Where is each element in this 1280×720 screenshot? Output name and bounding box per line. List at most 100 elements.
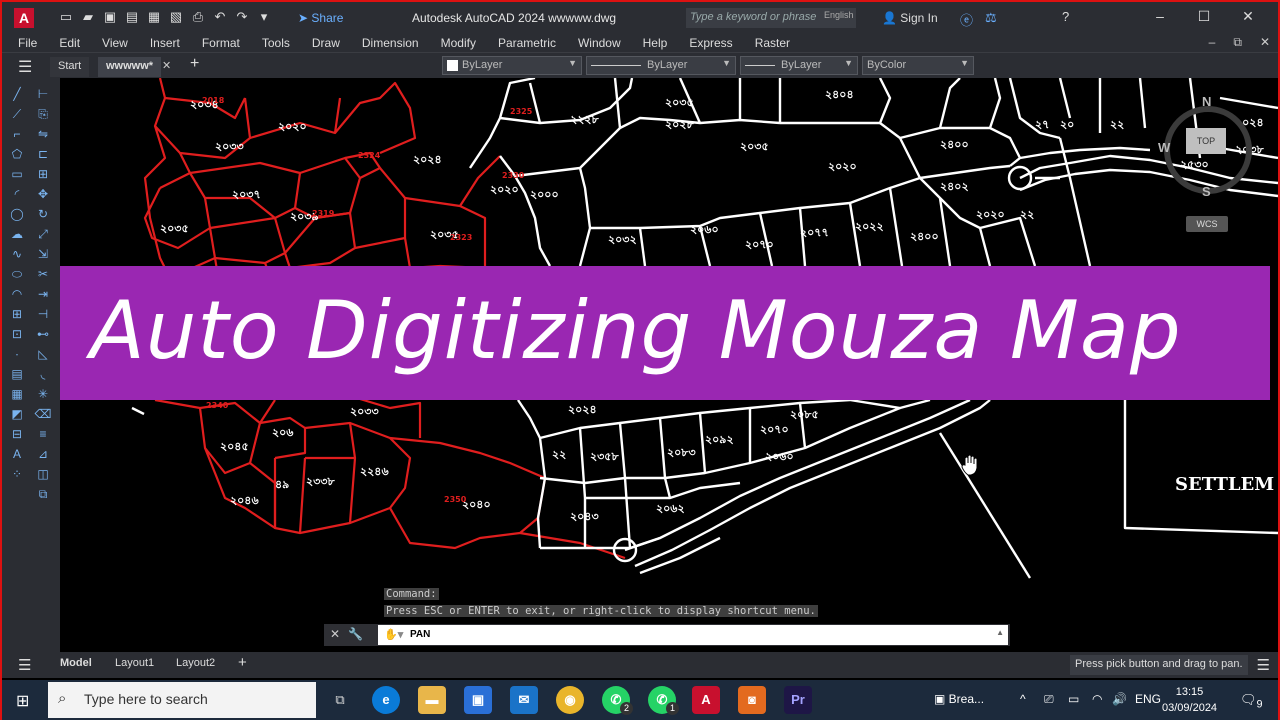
insert-block-icon[interactable]: ⊞ [8, 306, 26, 322]
close-icon[interactable]: ✕ [1226, 8, 1270, 25]
stretch-icon[interactable]: ⇲ [34, 246, 52, 262]
layout-menu-icon[interactable]: ☰ [18, 656, 31, 674]
menu-insert[interactable]: Insert [150, 34, 180, 52]
premiere-pro-icon[interactable]: Pr [784, 686, 812, 714]
hatch-icon[interactable]: ▤ [8, 366, 26, 382]
sign-in-button[interactable]: 👤 Sign In [882, 11, 938, 25]
menu-modify[interactable]: Modify [441, 34, 476, 52]
menu-view[interactable]: View [102, 34, 128, 52]
erase-icon[interactable]: ⌫ [34, 406, 52, 422]
tab-close-icon[interactable]: ✕ [162, 59, 171, 72]
tab-layout2[interactable]: Layout2 [176, 657, 215, 669]
news-widget[interactable]: ▣ Brea... [934, 692, 984, 706]
circle-icon[interactable]: ◯ [8, 206, 26, 222]
minimize-icon[interactable]: – [1138, 8, 1182, 25]
add-layout-icon[interactable]: + [238, 654, 247, 671]
arc-icon[interactable]: ◜ [8, 186, 26, 202]
construction-line-icon[interactable]: ⟋ [8, 106, 26, 122]
mirror-icon[interactable]: ⇋ [34, 126, 52, 142]
menu-format[interactable]: Format [202, 34, 240, 52]
undo-icon[interactable]: ↶ [212, 9, 228, 25]
layer-icon[interactable]: ⧉ [34, 486, 52, 502]
qat-dropdown-icon[interactable]: ▾ [256, 9, 272, 25]
properties-icon[interactable]: ≡ [34, 426, 52, 442]
save-icon[interactable]: ▣ [102, 9, 118, 25]
compass-west[interactable]: W [1158, 140, 1170, 155]
array-icon[interactable]: ⊞ [34, 166, 52, 182]
chamfer-icon[interactable]: ◺ [34, 346, 52, 362]
stay-connected-icon[interactable]: ⚖ [985, 10, 997, 29]
make-block-icon[interactable]: ⊡ [8, 326, 26, 342]
battery-icon[interactable]: ▭ [1068, 692, 1079, 706]
plotstyle-dropdown[interactable]: ByColor ▼ [862, 56, 974, 75]
redo-icon[interactable]: ↷ [234, 9, 250, 25]
menu-draw[interactable]: Draw [312, 34, 340, 52]
gradient-icon[interactable]: ▦ [8, 386, 26, 402]
fillet-icon[interactable]: ◟ [34, 366, 52, 382]
mail-icon[interactable]: ✉ [510, 686, 538, 714]
lineweight-dropdown[interactable]: ByLayer ▼ [740, 56, 858, 75]
recorder-app-icon[interactable]: ◙ [738, 686, 766, 714]
menu-tools[interactable]: Tools [262, 34, 290, 52]
menu-express[interactable]: Express [689, 34, 732, 52]
extend-icon[interactable]: ⇥ [34, 286, 52, 302]
tab-drawing[interactable]: wwwww* [98, 57, 162, 77]
trim-icon[interactable]: ✂ [34, 266, 52, 282]
scale-icon[interactable]: ⤢ [34, 226, 52, 242]
rectangle-icon[interactable]: ▭ [8, 166, 26, 182]
menu-edit[interactable]: Edit [59, 34, 80, 52]
autocad-logo-button[interactable]: A [14, 8, 34, 28]
polyline-icon[interactable]: ⌐ [8, 126, 26, 142]
volume-icon[interactable]: 🔊 [1112, 692, 1127, 706]
ellipse-arc-icon[interactable]: ◠ [8, 286, 26, 302]
autodesk-app-store-icon[interactable]: ⓔ [960, 10, 973, 29]
help-icon[interactable]: ? [1062, 9, 1069, 24]
microsoft-store-icon[interactable]: ▣ [464, 686, 492, 714]
ellipse-icon[interactable]: ⬭ [8, 266, 26, 282]
wifi-icon[interactable]: ◠ [1092, 692, 1102, 706]
task-view-icon[interactable]: ⧉ [326, 686, 354, 714]
plot-icon[interactable]: ⎙ [190, 9, 206, 25]
linetype-dropdown[interactable]: ByLayer ▼ [586, 56, 736, 75]
compass-north[interactable]: N [1202, 94, 1211, 109]
chrome-icon[interactable]: ◉ [556, 686, 584, 714]
meet-now-icon[interactable]: ⎚ [1044, 692, 1054, 707]
explode-icon[interactable]: ✳ [34, 386, 52, 402]
move-icon[interactable]: ✥ [34, 186, 52, 202]
open-folder-icon[interactable]: ▰ [80, 9, 96, 25]
tab-start[interactable]: Start [50, 57, 90, 77]
taskbar-clock[interactable]: 13:15 03/09/2024 [1162, 684, 1217, 716]
new-tab-icon[interactable]: + [190, 55, 199, 73]
chevron-up-icon[interactable]: ^ [1020, 692, 1026, 706]
menu-raster[interactable]: Raster [755, 34, 790, 52]
language-indicator[interactable]: ENG [1135, 692, 1161, 706]
menu-file[interactable]: File [18, 34, 37, 52]
tab-layout1[interactable]: Layout1 [115, 657, 154, 669]
dimension-icon[interactable]: ⊢ [34, 86, 52, 102]
area-icon[interactable]: ◫ [34, 466, 52, 482]
point-icon[interactable]: ∙ [8, 346, 26, 362]
new-file-icon[interactable]: ▭ [58, 9, 74, 25]
chevron-up-icon[interactable]: ▲ [996, 628, 1004, 637]
doc-restore-icon[interactable]: ⧉ [1233, 35, 1242, 50]
file-explorer-icon[interactable]: ▬ [418, 686, 446, 714]
tab-model[interactable]: Model [60, 657, 92, 669]
copy-icon[interactable]: ⎘ [34, 106, 52, 122]
wrench-icon[interactable]: 🔧 [348, 627, 363, 641]
viewcube-top-face[interactable]: TOP [1186, 128, 1226, 154]
customization-icon[interactable]: ☰ [1257, 656, 1270, 674]
open-web-icon[interactable]: ▦ [146, 9, 162, 25]
join-icon[interactable]: ⊷ [34, 326, 52, 342]
spline-icon[interactable]: ∿ [8, 246, 26, 262]
offset-icon[interactable]: ⊏ [34, 146, 52, 162]
close-icon[interactable]: ✕ [330, 627, 340, 641]
wcs-menu[interactable]: WCS [1186, 216, 1228, 232]
doc-minimize-icon[interactable]: – [1209, 35, 1216, 50]
maximize-icon[interactable]: ☐ [1182, 8, 1226, 25]
command-input[interactable]: ✋▾ PAN ▲ [378, 625, 1008, 645]
taskbar-search-input[interactable]: ⌕ Type here to search [48, 682, 316, 718]
doc-close-icon[interactable]: ✕ [1260, 35, 1270, 50]
save-as-icon[interactable]: ▤ [124, 9, 140, 25]
windows-start-icon[interactable]: ⊞ [16, 691, 29, 711]
menu-parametric[interactable]: Parametric [498, 34, 556, 52]
